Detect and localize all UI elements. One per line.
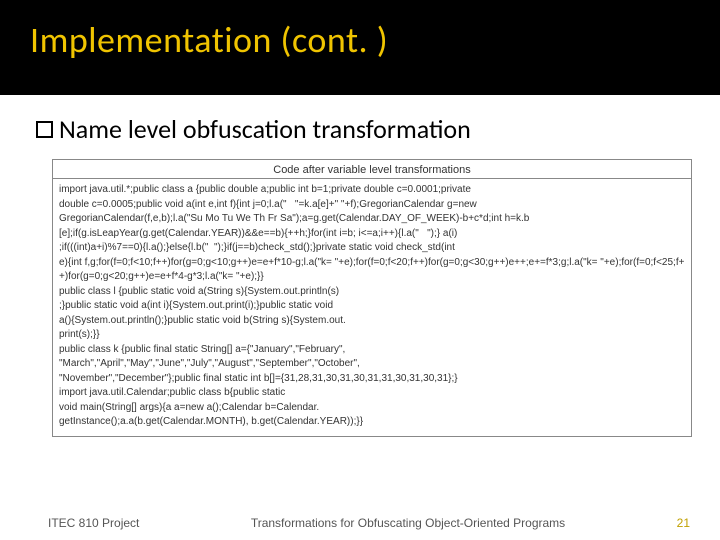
bullet-text: Name level obfuscation transformation — [59, 113, 471, 145]
square-bullet-icon — [36, 121, 53, 138]
code-table: Code after variable level transformation… — [52, 159, 692, 437]
footer-left: ITEC 810 Project — [48, 516, 139, 530]
page-number: 21 — [677, 516, 690, 530]
slide-footer: ITEC 810 Project Transformations for Obf… — [0, 516, 720, 530]
code-caption: Code after variable level transformation… — [53, 160, 691, 179]
slide-content: Name level obfuscation transformation Co… — [0, 95, 720, 437]
title-bar: Implementation (cont. ) — [0, 0, 720, 95]
bullet-item: Name level obfuscation transformation — [36, 113, 684, 145]
footer-center: Transformations for Obfuscating Object-O… — [139, 516, 676, 530]
slide-title: Implementation (cont. ) — [30, 18, 690, 62]
code-body: import java.util.*;public class a {publi… — [53, 179, 691, 436]
